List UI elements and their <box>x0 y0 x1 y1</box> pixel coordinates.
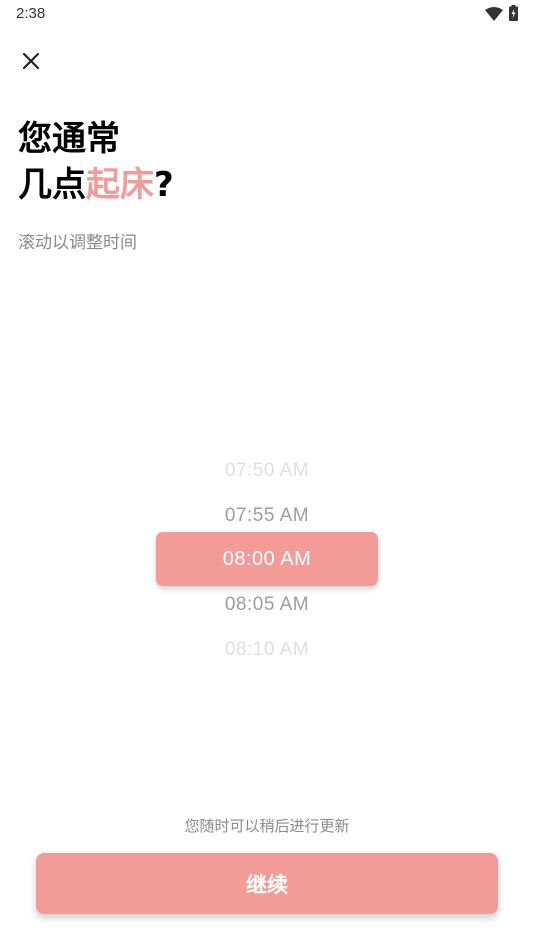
title-line-2-prefix: 几点 <box>18 165 86 205</box>
continue-button[interactable]: 继续 <box>36 853 498 914</box>
update-later-note: 您随时可以稍后进行更新 <box>184 817 350 835</box>
picker-item[interactable]: 07:50 AM <box>0 460 534 482</box>
title-accent: 起床 <box>86 165 154 205</box>
status-bar: 2:38 <box>0 0 534 28</box>
picker-item[interactable]: 08:10 AM <box>0 639 534 661</box>
page-title: 您通常 几点起床? <box>18 116 174 208</box>
subtitle: 滚动以调整时间 <box>18 233 137 253</box>
title-line-2-suffix: ? <box>154 165 174 205</box>
time-picker[interactable]: 07:50 AM 07:55 AM 08:00 AM 08:05 AM 08:1… <box>0 445 534 675</box>
wifi-icon <box>485 6 503 25</box>
continue-button-label: 继续 <box>246 872 288 897</box>
status-icons <box>485 5 518 25</box>
title-line-1: 您通常 <box>18 119 120 159</box>
status-time: 2:38 <box>16 5 46 22</box>
close-button[interactable] <box>14 46 48 80</box>
close-icon <box>22 52 40 74</box>
picker-item[interactable]: 08:05 AM <box>0 594 534 616</box>
picker-item[interactable]: 07:55 AM <box>0 505 534 527</box>
picker-item-selected[interactable]: 08:00 AM <box>0 548 534 571</box>
battery-charging-icon <box>509 5 518 25</box>
